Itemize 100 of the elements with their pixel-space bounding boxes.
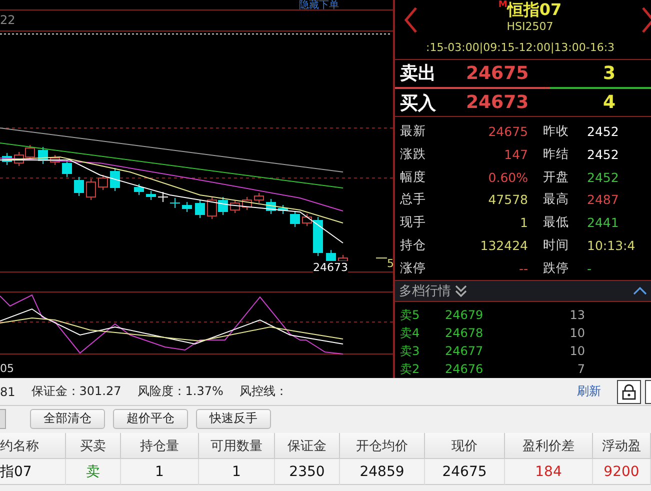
stat-label: 跌停 xyxy=(542,260,570,277)
column-header[interactable]: 盈利价差 xyxy=(505,433,593,459)
market-label: M xyxy=(498,0,508,10)
table-cell: 指07 xyxy=(0,459,66,485)
depth-volume: 10 xyxy=(568,344,585,358)
stat-value: 2452 xyxy=(586,124,620,140)
contract-code: HSI2507 xyxy=(506,20,554,33)
collapse-caret-icon[interactable] xyxy=(633,286,647,295)
candlestick xyxy=(146,190,156,200)
column-header[interactable]: 可用数量 xyxy=(199,433,275,459)
depth-price: 24677 xyxy=(445,344,484,358)
stat-label: 总手 xyxy=(399,191,427,208)
depth-volume: 7 xyxy=(576,362,585,376)
depth-volume: 10 xyxy=(568,326,585,340)
stat-label: 涨停 xyxy=(399,260,427,277)
stat-value: 47578 xyxy=(487,192,528,208)
stat-value: 2441 xyxy=(586,215,620,230)
account-info: 风控线： xyxy=(239,383,288,400)
column-header[interactable]: 持仓量 xyxy=(121,433,199,459)
candlestick xyxy=(170,198,180,208)
quote-volume: 3 xyxy=(603,62,616,84)
quote-price: 24675 xyxy=(466,62,530,84)
action-button[interactable]: 快速反手 xyxy=(196,408,271,428)
column-header[interactable]: 现价 xyxy=(425,433,505,459)
account-info: 风险度：1.37% xyxy=(137,383,224,400)
stat-value: 0.60% xyxy=(487,170,528,185)
candlestick xyxy=(254,192,264,204)
candlestick xyxy=(38,146,48,164)
lock-button[interactable] xyxy=(617,380,641,404)
action-button[interactable]: 全部清仓 xyxy=(30,408,105,428)
candlestick xyxy=(195,200,205,218)
stat-value: 2487 xyxy=(586,192,620,208)
table-cell: 1 xyxy=(121,459,199,485)
stat-label: 持仓 xyxy=(399,237,427,254)
period-label: 22 xyxy=(0,13,16,27)
depth-header[interactable]: 多档行情 xyxy=(395,280,651,302)
quote-volume: 4 xyxy=(603,92,616,114)
candlestick xyxy=(266,198,276,214)
stat-value: 132424 xyxy=(479,238,528,254)
depth-title: 多档行情 xyxy=(399,282,451,300)
stat-value: 2452 xyxy=(586,170,620,185)
candlestick xyxy=(2,152,12,166)
column-header[interactable]: 浮动盈 xyxy=(593,433,651,459)
quote-price: 24673 xyxy=(466,92,530,114)
depth-price: 24676 xyxy=(445,362,484,376)
stat-value: 10:13:4 xyxy=(586,238,636,254)
stat-label: 幅度 xyxy=(399,168,427,186)
trading-sessions: :15-03:00|09:15-12:00|13:00-16:3 xyxy=(395,37,651,60)
table-cell: 卖 xyxy=(66,459,121,485)
hide-order-link[interactable]: 隐藏下单 xyxy=(299,0,339,11)
stat-value: 24675 xyxy=(487,124,528,140)
candlestick xyxy=(230,200,240,214)
candlestick xyxy=(158,192,168,202)
column-header[interactable]: 约名称 xyxy=(0,433,66,459)
quote-label: 卖出 xyxy=(399,62,437,86)
depth-price: 24678 xyxy=(445,326,484,340)
stat-value: - xyxy=(586,260,593,276)
depth-price: 24679 xyxy=(445,308,484,322)
candlestick xyxy=(62,160,72,178)
stat-label: 开盘 xyxy=(542,168,570,186)
candlestick xyxy=(218,196,228,216)
stat-label: 现手 xyxy=(399,214,427,232)
action-button[interactable]: 超价平仓 xyxy=(113,408,188,428)
stat-value: 147 xyxy=(503,146,528,162)
candlestick xyxy=(207,196,217,220)
candlestick xyxy=(14,152,24,166)
indicator-label: 05 xyxy=(0,362,14,375)
stat-label: 时间 xyxy=(542,237,570,254)
candlestick xyxy=(110,168,120,192)
candlestick xyxy=(278,204,288,214)
stat-label: 涨跌 xyxy=(399,146,427,163)
lock-icon xyxy=(622,384,636,400)
stat-label: 最高 xyxy=(542,191,570,208)
axis-label: 5 xyxy=(387,257,394,270)
contract-title: 恒指07 xyxy=(507,0,562,20)
quote-label: 买入 xyxy=(399,92,437,115)
candlestick xyxy=(25,144,35,160)
candlestick xyxy=(134,184,144,196)
depth-volume: 13 xyxy=(568,308,585,322)
candlestick xyxy=(98,174,108,190)
depth-label: 卖4 xyxy=(399,324,421,342)
account-info: 81 xyxy=(0,384,16,398)
table-cell: 184 xyxy=(505,459,593,485)
candlestick xyxy=(86,178,96,200)
refresh-link[interactable]: 刷新 xyxy=(577,383,601,400)
table-cell: 24675 xyxy=(425,459,505,485)
double-chevron-icon[interactable] xyxy=(455,284,467,297)
column-header[interactable]: 开仓均价 xyxy=(340,433,425,459)
table-cell: 1 xyxy=(199,459,275,485)
candlestick xyxy=(242,196,252,210)
stat-label: 最低 xyxy=(542,214,570,232)
table-cell: 24859 xyxy=(340,459,425,485)
column-header[interactable]: 买卖 xyxy=(66,433,121,459)
candlestick xyxy=(74,176,84,196)
depth-label: 卖5 xyxy=(399,306,421,324)
account-info: 保证金：301.27 xyxy=(31,383,122,400)
column-header[interactable]: 保证金 xyxy=(275,433,340,459)
toolbar-button[interactable] xyxy=(645,380,651,404)
stat-label: 昨收 xyxy=(542,123,570,140)
candlestick xyxy=(290,210,300,228)
